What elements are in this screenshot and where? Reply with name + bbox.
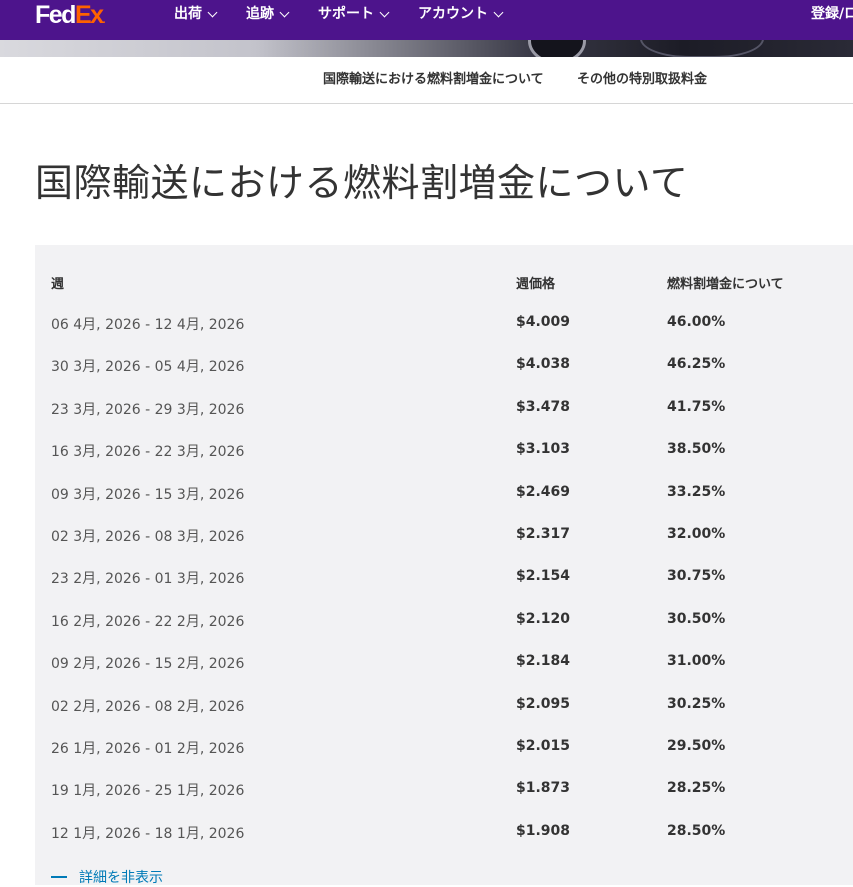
surcharge-cell: 28.50% [667,823,726,839]
table-row: 16 3月, 2026 - 22 3月, 2026 $3.103 38.50% [35,441,853,461]
table-row: 09 3月, 2026 - 15 3月, 2026 $2.469 33.25% [35,484,853,504]
nav-item-tracking[interactable]: 追跡 [246,0,290,28]
top-navigation-bar: FedEx. 出荷 追跡 サポート アカウント 登録/ロ [0,0,853,40]
week-range-cell: 02 2月, 2026 - 08 2月, 2026 [51,699,245,715]
chevron-down-icon [207,7,218,18]
hero-vehicle-shape [640,40,764,57]
table-row: 06 4月, 2026 - 12 4月, 2026 $4.009 46.00% [35,314,853,334]
logo-fed-text: Fed [35,1,76,29]
login-link[interactable]: 登録/ロ [811,0,853,28]
table-header-row: 週 週価格 燃料割増金について [35,273,853,293]
week-range-cell: 09 3月, 2026 - 15 3月, 2026 [51,487,245,503]
table-row: 30 3月, 2026 - 05 4月, 2026 $4.038 46.25% [35,356,853,376]
weekly-price-cell: $2.184 [516,653,571,669]
surcharge-cell: 33.25% [667,484,726,500]
table-row: 09 2月, 2026 - 15 2月, 2026 $2.184 31.00% [35,653,853,673]
week-range-cell: 30 3月, 2026 - 05 4月, 2026 [51,359,245,375]
chevron-down-icon [493,7,504,18]
hero-wheel-shape [528,40,586,57]
subnav-link-other-surcharges[interactable]: その他の特別取扱料金 [577,68,707,87]
surcharge-cell: 38.50% [667,441,726,457]
logo-dot: . [102,14,106,26]
surcharge-cell: 28.25% [667,780,726,796]
weekly-price-cell: $3.103 [516,441,571,457]
weekly-price-cell: $2.120 [516,611,571,627]
table-row: 23 2月, 2026 - 01 3月, 2026 $2.154 30.75% [35,568,853,588]
weekly-price-cell: $2.317 [516,526,571,542]
weekly-price-cell: $4.038 [516,356,571,372]
nav-item-label: アカウント [418,6,488,22]
main-nav: 出荷 追跡 サポート アカウント [174,0,532,28]
surcharge-cell: 46.00% [667,314,726,330]
weekly-price-cell: $1.908 [516,823,571,839]
surcharge-cell: 30.25% [667,696,726,712]
weekly-price-cell: $2.154 [516,568,571,584]
nav-item-label: 追跡 [246,6,274,22]
weekly-price-cell: $1.873 [516,780,571,796]
nav-item-support[interactable]: サポート [318,0,390,28]
week-range-cell: 23 2月, 2026 - 01 3月, 2026 [51,571,245,587]
page-title: 国際輸送における燃料割増金について [35,161,689,205]
hide-details-toggle[interactable]: 詳細を非表示 [51,867,163,887]
table-row: 02 2月, 2026 - 08 2月, 2026 $2.095 30.25% [35,696,853,716]
weekly-price-cell: $3.478 [516,399,571,415]
surcharge-cell: 32.00% [667,526,726,542]
table-row: 02 3月, 2026 - 08 3月, 2026 $2.317 32.00% [35,526,853,546]
surcharge-cell: 30.50% [667,611,726,627]
week-range-cell: 26 1月, 2026 - 01 2月, 2026 [51,741,245,757]
table-row: 19 1月, 2026 - 25 1月, 2026 $1.873 28.25% [35,780,853,800]
column-header-fuel-surcharge: 燃料割増金について [667,277,784,292]
week-range-cell: 09 2月, 2026 - 15 2月, 2026 [51,656,245,672]
nav-item-account[interactable]: アカウント [418,0,504,28]
table-row: 12 1月, 2026 - 18 1月, 2026 $1.908 28.50% [35,823,853,843]
table-row: 26 1月, 2026 - 01 2月, 2026 $2.015 29.50% [35,738,853,758]
nav-item-label: サポート [318,6,374,22]
week-range-cell: 16 3月, 2026 - 22 3月, 2026 [51,444,245,460]
weekly-price-cell: $2.469 [516,484,571,500]
chevron-down-icon [379,7,390,18]
column-header-week: 週 [51,277,65,292]
surcharge-cell: 41.75% [667,399,726,415]
nav-item-label: 出荷 [174,6,202,22]
week-range-cell: 23 3月, 2026 - 29 3月, 2026 [51,402,245,418]
hide-details-label: 詳細を非表示 [79,870,163,886]
week-range-cell: 16 2月, 2026 - 22 2月, 2026 [51,614,245,630]
surcharge-cell: 31.00% [667,653,726,669]
weekly-price-cell: $2.015 [516,738,571,754]
weekly-price-cell: $2.095 [516,696,571,712]
table-row: 23 3月, 2026 - 29 3月, 2026 $3.478 41.75% [35,399,853,419]
sub-navigation: 国際輸送における燃料割増金について その他の特別取扱料金 [0,57,853,104]
fedex-logo[interactable]: FedEx. [35,0,106,30]
week-range-cell: 02 3月, 2026 - 08 3月, 2026 [51,529,245,545]
surcharge-cell: 29.50% [667,738,726,754]
table-row: 16 2月, 2026 - 22 2月, 2026 $2.120 30.50% [35,611,853,631]
minus-icon [51,876,67,878]
hero-banner-image [0,40,853,57]
weekly-price-cell: $4.009 [516,314,571,330]
column-header-weekly-price: 週価格 [516,277,556,292]
logo-ex-text: Ex [74,1,104,29]
surcharge-cell: 30.75% [667,568,726,584]
subnav-link-fuel-surcharge[interactable]: 国際輸送における燃料割増金について [323,68,544,87]
surcharge-cell: 46.25% [667,356,726,372]
week-range-cell: 12 1月, 2026 - 18 1月, 2026 [51,826,245,842]
fuel-surcharge-table: 週 週価格 燃料割増金について 06 4月, 2026 - 12 4月, 202… [35,245,853,887]
nav-item-shipping[interactable]: 出荷 [174,0,218,28]
chevron-down-icon [279,7,290,18]
week-range-cell: 19 1月, 2026 - 25 1月, 2026 [51,783,245,799]
week-range-cell: 06 4月, 2026 - 12 4月, 2026 [51,317,245,333]
